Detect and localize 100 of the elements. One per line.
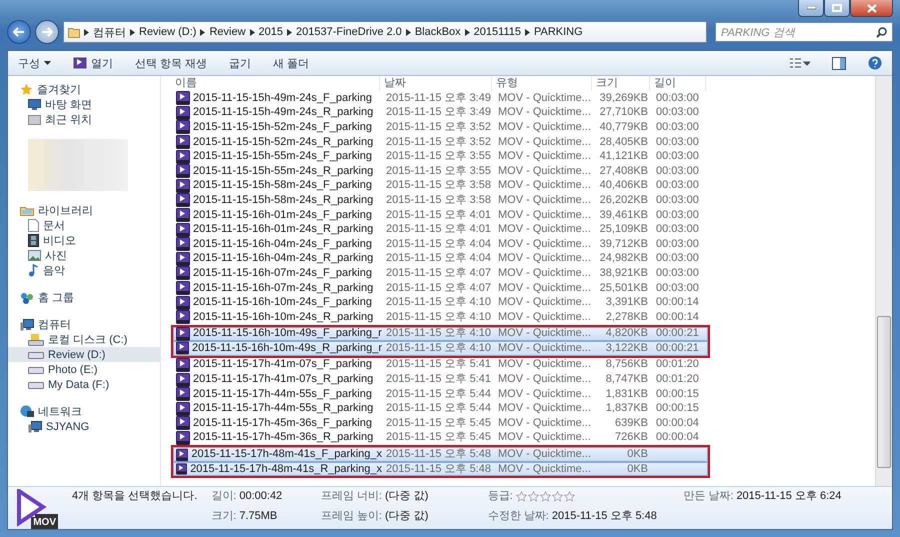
file-row[interactable]: 2015-11-15-16h-04m-24s_R_parking 2015-11-15 오후 4:04 MOV - Quicktime... 24,982KB 00:03:00 [171, 252, 710, 266]
type-cell-text: MOV - Quicktime... [497, 327, 592, 340]
sidebar-item[interactable]: 문서 [8, 218, 160, 233]
file-row[interactable]: 2015-11-15-17h-41m-07s_R_parking 2015-11-15 오후 5:41 MOV - Quicktime... 8,747KB 00:01:20 [171, 372, 710, 387]
file-row[interactable]: 2015-11-15-15h-55m-24s_R_parking 2015-11-15 오후 3:55 MOV - Quicktime... 27,408KB 00:03:00 [171, 164, 710, 179]
sidebar-item[interactable]: 즐겨찾기 [8, 82, 160, 97]
sidebar-item[interactable]: 최근 위치 [8, 112, 160, 127]
help-icon[interactable] [868, 56, 882, 70]
column-header[interactable]: 크기 [592, 76, 650, 91]
sidebar-item[interactable]: 네트워크 [8, 404, 160, 419]
file-row[interactable]: 2015-11-15-16h-07m-24s_F_parking 2015-11-15 오후 4:07 MOV - Quicktime... 38,921KB 00:03:00 [171, 266, 710, 281]
file-row[interactable]: 2015-11-15-17h-45m-36s_F_parking 2015-11-15 오후 5:45 MOV - Quicktime... 639KB 00:00:04 [171, 416, 710, 431]
file-row[interactable]: 2015-11-15-17h-48m-41s_R_parking_x 2015-11-15 오후 5:48 MOV - Quicktime... 0KB [171, 462, 710, 478]
type-cell-text: MOV - Quicktime... [497, 310, 592, 324]
minimize-button[interactable] [798, 0, 824, 17]
forward-button[interactable] [35, 20, 59, 44]
date-cell-text: 2015-11-15 오후 3:52 [385, 120, 492, 134]
breadcrumb[interactable]: Review (D:) [139, 26, 196, 38]
file-row[interactable]: 2015-11-15-15h-52m-24s_F_parking 2015-11-15 오후 3:52 MOV - Quicktime... 40,779KB 00:03:00 [171, 120, 710, 135]
back-button[interactable] [7, 20, 31, 44]
breadcrumb[interactable]: 컴퓨터 [93, 24, 126, 40]
file-name: 2015-11-15-17h-48m-41s_F_parking_x [191, 448, 382, 462]
breadcrumb[interactable]: 201537-FineDrive 2.0 [296, 26, 402, 38]
toolbar-button[interactable]: 새 폴더 [273, 56, 310, 70]
file-row[interactable]: 2015-11-15-16h-10m-24s_F_parking 2015-11-15 오후 4:10 MOV - Quicktime... 3,391KB 00:00:14 [171, 295, 710, 310]
file-row[interactable]: 2015-11-15-17h-44m-55s_R_parking 2015-11-15 오후 5:44 MOV - Quicktime... 1,837KB 00:00:15 [171, 401, 710, 416]
file-row[interactable]: 2015-11-15-17h-45m-36s_R_parking 2015-11-15 오후 5:45 MOV - Quicktime... 726KB 00:00:04 [171, 430, 710, 446]
file-row[interactable]: 2015-11-15-17h-44m-55s_F_parking 2015-11-15 오후 5:44 MOV - Quicktime... 1,831KB 00:00:15 [171, 386, 710, 402]
sidebar-item[interactable]: My Data (F:) [8, 377, 160, 392]
star-icon[interactable] [552, 490, 563, 502]
sidebar-item[interactable]: 비디오 [8, 233, 160, 248]
video-file-icon [176, 416, 190, 430]
sidebar-item[interactable]: 바탕 화면 [8, 97, 160, 112]
date-cell-text: 2015-11-15 오후 5:44 [385, 388, 492, 401]
sidebar-item[interactable]: 컴퓨터 [8, 317, 160, 332]
file-row[interactable]: 2015-11-15-17h-48m-41s_F_parking_x 2015-11-15 오후 5:48 MOV - Quicktime... 0KB [171, 445, 710, 462]
star-icon[interactable] [540, 490, 551, 502]
file-row[interactable]: 2015-11-15-16h-01m-24s_R_parking 2015-11-15 오후 4:01 MOV - Quicktime... 25,109KB 00:03:00 [171, 222, 710, 237]
sidebar-item[interactable]: 음악 [8, 263, 160, 278]
file-row[interactable]: 2015-11-15-16h-07m-24s_R_parking 2015-11-15 오후 4:07 MOV - Quicktime... 25,501KB 00:03:00 [171, 280, 710, 296]
file-row[interactable]: 2015-11-15-16h-01m-24s_F_parking 2015-11-15 오후 4:01 MOV - Quicktime... 39,461KB 00:03:00 [171, 208, 710, 222]
file-row[interactable]: 2015-11-15-16h-04m-24s_F_parking 2015-11-15 오후 4:04 MOV - Quicktime... 39,712KB 00:03:00 [171, 236, 710, 252]
sidebar-item[interactable]: SJYANG [8, 419, 160, 434]
file-row[interactable]: 2015-11-15-15h-58m-24s_R_parking 2015-11-15 오후 3:58 MOV - Quicktime... 26,202KB 00:03:00 [171, 193, 710, 208]
type-cell-text: MOV - Quicktime... [497, 194, 592, 207]
video-file-icon [176, 341, 190, 356]
computer-icon [28, 420, 42, 432]
type-cell-text: MOV - Quicktime... [497, 223, 592, 236]
field-label: 수정한 날짜: [488, 509, 549, 523]
view-list-icon[interactable] [790, 58, 810, 68]
sidebar-item[interactable]: 로컬 디스크 (C:) [8, 332, 160, 347]
file-row[interactable]: 2015-11-15-15h-58m-24s_F_parking 2015-11-15 오후 3:58 MOV - Quicktime... 40,406KB 00:03:00 [171, 178, 710, 194]
toolbar-button[interactable]: 굽기 [229, 56, 252, 70]
preview-pane-icon[interactable] [832, 56, 846, 70]
file-row[interactable]: 2015-11-15-15h-49m-24s_F_parking 2015-11-15 오후 3:49 MOV - Quicktime... 39,269KB 00:03:00 [171, 91, 710, 106]
file-row[interactable]: 2015-11-15-16h-10m-24s_R_parking 2015-11-15 오후 4:10 MOV - Quicktime... 2,278KB 00:00:14 [171, 310, 710, 324]
file-row[interactable]: 2015-11-15-15h-52m-24s_R_parking 2015-11-15 오후 3:52 MOV - Quicktime... 28,405KB 00:03:00 [171, 134, 710, 150]
star-icon[interactable] [516, 490, 527, 502]
column-header[interactable]: 길이 [650, 76, 706, 91]
file-row[interactable]: 2015-11-15-16h-10m-49s_R_parking_r 2015-11-15 오후 4:10 MOV - Quicktime... 3,122KB 00:00:21 [171, 341, 710, 358]
size-cell-text: 639KB [614, 416, 649, 430]
file-row[interactable]: 2015-11-15-17h-41m-07s_F_parking 2015-11-15 오후 5:41 MOV - Quicktime... 8,756KB 00:01:20 [171, 358, 710, 372]
sidebar-item[interactable]: Photo (E:) [8, 362, 160, 377]
column-header[interactable]: 날짜 [380, 76, 492, 91]
close-button[interactable] [850, 0, 893, 17]
breadcrumb[interactable]: BlackBox [414, 26, 461, 38]
breadcrumb[interactable]: Review [209, 26, 246, 38]
sidebar-item[interactable]: 사진 [8, 248, 160, 263]
maximize-button[interactable] [824, 0, 850, 17]
toolbar-button[interactable]: 선택 항목 재생 [135, 56, 208, 70]
sidebar-item[interactable]: 라이브러리 [8, 203, 160, 218]
type-cell-text: MOV - Quicktime... [497, 388, 592, 401]
size-cell-text: 41,121KB [598, 150, 649, 164]
star-icon[interactable] [564, 490, 575, 502]
size-cell-text: 38,921KB [598, 266, 649, 280]
file-name: 2015-11-15-16h-07m-24s_F_parking [193, 266, 372, 280]
chevron-icon [464, 28, 470, 36]
breadcrumb[interactable]: PARKING [534, 26, 583, 38]
sidebar-item[interactable]: Review (D:) [8, 347, 160, 362]
play-icon [73, 57, 87, 69]
star-rating[interactable] [516, 490, 575, 502]
sidebar-item[interactable]: 홈 그룹 [8, 290, 160, 305]
size-cell-text: 726KB [614, 431, 649, 444]
field-value: 00:00:42 [239, 489, 282, 503]
file-name: 2015-11-15-15h-58m-24s_R_parking [193, 194, 374, 207]
breadcrumb[interactable]: 20151115 [474, 26, 521, 38]
breadcrumb[interactable]: 2015 [258, 26, 284, 38]
file-row[interactable]: 2015-11-15-16h-10m-49s_F_parking_r 2015-11-15 오후 4:10 MOV - Quicktime... 4,820KB 00:00:21 [171, 324, 710, 342]
toolbar-button[interactable]: 열기 [73, 56, 113, 70]
star-icon[interactable] [528, 490, 539, 502]
type-cell-text: MOV - Quicktime... [497, 252, 592, 266]
type-cell-text: MOV - Quicktime... [497, 92, 592, 105]
file-row[interactable]: 2015-11-15-15h-49m-24s_R_parking 2015-11-15 오후 3:49 MOV - Quicktime... 27,710KB 00:03:00 [171, 106, 710, 120]
file-row[interactable]: 2015-11-15-15h-55m-24s_F_parking 2015-11-15 오후 3:55 MOV - Quicktime... 41,121KB 00:03:00 [171, 149, 710, 164]
toolbar-button[interactable]: 구성 [18, 56, 51, 70]
file-name: 2015-11-15-16h-07m-24s_R_parking [193, 282, 374, 295]
type-cell-text: MOV - Quicktime... [497, 164, 592, 178]
scrollbar[interactable] [875, 76, 892, 486]
column-header[interactable]: 유형 [492, 76, 592, 91]
address-bar[interactable]: 컴퓨터 Review (D:) Review 2015 201537-FineDrive 2.0 BlackBox 20151115 PARKING [63, 21, 707, 43]
